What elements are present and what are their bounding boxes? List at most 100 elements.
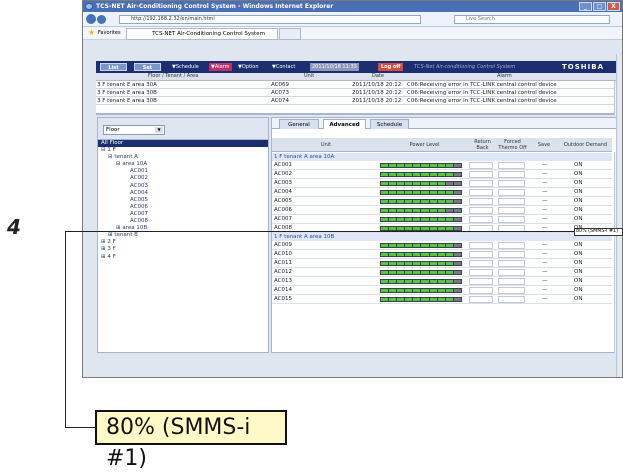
unit-row[interactable]: AC007 — ON [272, 215, 612, 224]
tree-unit[interactable]: AC003 [98, 183, 268, 190]
power-level-bar[interactable] [380, 270, 462, 275]
forward-button[interactable] [97, 15, 106, 24]
tree-unit[interactable]: AC004 [98, 190, 268, 197]
tree-unit[interactable]: AC007 [98, 211, 268, 218]
unit-row[interactable]: AC005 — ON [272, 197, 612, 206]
tree-unit[interactable]: AC006 [98, 204, 268, 211]
tree-unit[interactable]: AC005 [98, 197, 268, 204]
tree-floor-1[interactable]: ⊟ 1 F [98, 147, 268, 154]
unit-row[interactable]: AC004 — ON [272, 188, 612, 197]
tree-unit[interactable]: AC001 [98, 168, 268, 175]
tree-tenant-a[interactable]: ⊟ tenant A [98, 154, 268, 161]
close-button[interactable]: X [607, 2, 620, 11]
maximize-button[interactable]: □ [593, 2, 606, 11]
forced-thermo-off-field[interactable] [498, 189, 525, 196]
power-level-bar[interactable] [380, 243, 462, 248]
alarm-row[interactable]: 3 F tenant E area 30A AC069 2011/10/18 20:… [96, 81, 622, 89]
power-level-segment [389, 209, 397, 212]
return-back-field[interactable] [469, 171, 493, 178]
list-button[interactable]: List [100, 63, 127, 71]
forced-thermo-off-field[interactable] [498, 171, 525, 178]
power-level-bar[interactable] [380, 181, 462, 186]
power-level-bar[interactable] [380, 208, 462, 213]
set-button[interactable]: Set [134, 63, 161, 71]
power-level-bar[interactable] [380, 261, 462, 266]
power-level-bar[interactable] [380, 172, 462, 177]
return-back-field[interactable] [469, 269, 493, 276]
return-back-field[interactable] [469, 198, 493, 205]
tab-advanced[interactable]: Advanced [323, 119, 366, 129]
power-level-bar[interactable] [380, 190, 462, 195]
forced-thermo-off-field[interactable] [498, 198, 525, 205]
unit-row[interactable]: AC006 — ON [272, 206, 612, 215]
unit-row[interactable]: AC009 — ON [272, 241, 612, 250]
unit-row[interactable]: AC002 — ON [272, 170, 612, 179]
power-level-bar[interactable] [380, 279, 462, 284]
tree-floor-2[interactable]: ⊞ 2 F [98, 239, 268, 246]
live-search-input[interactable]: Live Search [454, 15, 610, 24]
schedule-menu[interactable]: ▼Schedule [172, 63, 199, 71]
return-back-field[interactable] [469, 278, 493, 285]
tab-general[interactable]: General [279, 119, 319, 129]
return-back-field[interactable] [469, 260, 493, 267]
contact-menu[interactable]: ▼Contact [272, 63, 295, 71]
power-level-segment [421, 253, 429, 256]
return-back-field[interactable] [469, 296, 493, 303]
tree-all-floor[interactable]: All Floor [98, 140, 268, 148]
address-field[interactable]: http://192.168.2.32/en/main.html [119, 15, 421, 24]
return-back-field[interactable] [469, 189, 493, 196]
alarm-row[interactable]: 3 F tenant E area 30B AC073 2011/10/18 20:… [96, 89, 622, 97]
power-level-bar[interactable] [380, 297, 462, 302]
page-scrollbar[interactable] [616, 54, 622, 377]
return-back-field[interactable] [469, 180, 493, 187]
power-level-bar[interactable] [380, 163, 462, 168]
forced-thermo-off-field[interactable] [498, 242, 525, 249]
tree-unit[interactable]: AC008 [98, 218, 268, 225]
unit-row[interactable]: AC010 — ON [272, 250, 612, 259]
minimize-button[interactable]: _ [579, 2, 592, 11]
forced-thermo-off-field[interactable] [498, 278, 525, 285]
return-back-field[interactable] [469, 216, 493, 223]
back-button[interactable] [86, 14, 96, 24]
alarm-row[interactable]: 3 F tenant E area 30B AC074 2011/10/18 20:… [96, 97, 622, 105]
tree-floor-4[interactable]: ⊞ 4 F [98, 254, 268, 261]
forced-thermo-off-field[interactable] [498, 269, 525, 276]
unit-row[interactable]: AC015 — ON [272, 295, 612, 304]
unit-row[interactable]: AC013 — ON [272, 277, 612, 286]
tree-floor-3[interactable]: ⊞ 3 F [98, 246, 268, 253]
return-back-field[interactable] [469, 242, 493, 249]
browser-tab[interactable]: TCS-NET Air-Conditioning Control System [126, 28, 278, 40]
option-menu[interactable]: ▼Option [238, 63, 259, 71]
forced-thermo-off-field[interactable] [498, 216, 525, 223]
unit-row[interactable]: AC014 — ON [272, 286, 612, 295]
power-level-bar[interactable] [380, 199, 462, 204]
unit-row[interactable]: AC001 — ON [272, 161, 612, 170]
unit-row[interactable]: AC012 — ON [272, 268, 612, 277]
tab-schedule[interactable]: Schedule [370, 119, 409, 129]
tree-area-10a[interactable]: ⊟ area 10A [98, 161, 268, 168]
power-level-segment [389, 253, 397, 256]
return-back-field[interactable] [469, 251, 493, 258]
forced-thermo-off-field[interactable] [498, 296, 525, 303]
unit-row[interactable]: AC011 — ON [272, 259, 612, 268]
tree-tenant-b[interactable]: ⊞ tenant B [98, 232, 268, 239]
floor-dropdown[interactable]: Floor ▼ [103, 125, 165, 135]
return-back-field[interactable] [469, 162, 493, 169]
new-tab-button[interactable] [279, 28, 301, 40]
power-level-bar[interactable] [380, 252, 462, 257]
forced-thermo-off-field[interactable] [498, 207, 525, 214]
logoff-button[interactable]: Log off [378, 63, 404, 71]
power-level-bar[interactable] [380, 288, 462, 293]
forced-thermo-off-field[interactable] [498, 251, 525, 258]
forced-thermo-off-field[interactable] [498, 162, 525, 169]
forced-thermo-off-field[interactable] [498, 287, 525, 294]
favorites-button[interactable]: Favorites [98, 27, 121, 40]
unit-row[interactable]: AC003 — ON [272, 179, 612, 188]
tree-unit[interactable]: AC002 [98, 175, 268, 182]
alarm-menu[interactable]: ▼Alarm [209, 63, 232, 71]
return-back-field[interactable] [469, 287, 493, 294]
return-back-field[interactable] [469, 207, 493, 214]
power-level-bar[interactable] [380, 217, 462, 222]
forced-thermo-off-field[interactable] [498, 260, 525, 267]
forced-thermo-off-field[interactable] [498, 180, 525, 187]
